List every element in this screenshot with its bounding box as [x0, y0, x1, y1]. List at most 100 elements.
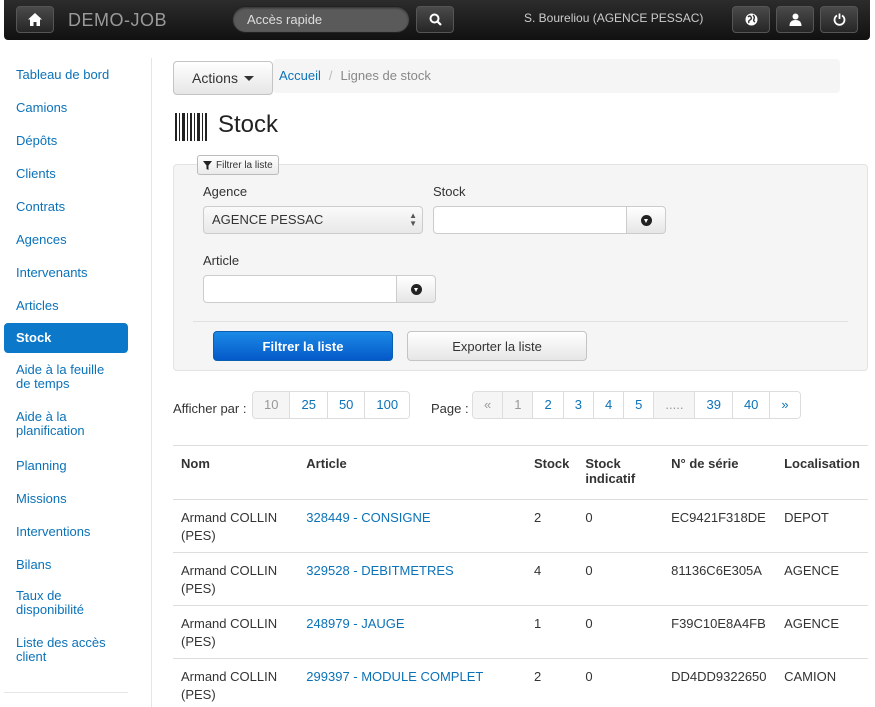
- article-link[interactable]: 248979 - JAUGE: [306, 616, 404, 631]
- stock-input[interactable]: [433, 206, 627, 234]
- sidebar-item-aide-feuille-de-temps[interactable]: Aide à la feuille de temps: [4, 355, 128, 402]
- per-page-option[interactable]: 100: [364, 392, 410, 418]
- cell-stock-indicatif: 0: [577, 499, 664, 553]
- power-icon: [833, 13, 845, 26]
- sidebar-nav: Tableau de bord Camions Dépôts Clients C…: [4, 58, 128, 675]
- page-ellipsis: .....: [653, 392, 695, 418]
- actions-dropdown-button[interactable]: Actions: [173, 61, 273, 95]
- page-button[interactable]: 4: [592, 392, 624, 418]
- cell-nom: Armand COLLIN (PES): [173, 499, 299, 553]
- circle-arrow-down-icon: [640, 214, 652, 226]
- cell-serie: F39C10E8A4FB: [663, 605, 777, 659]
- per-page-option[interactable]: 25: [289, 392, 327, 418]
- page-button[interactable]: 1: [502, 392, 533, 418]
- article-link[interactable]: 328449 - CONSIGNE: [306, 510, 430, 525]
- sidebar-item-missions[interactable]: Missions: [4, 482, 128, 515]
- logout-button[interactable]: [820, 6, 858, 33]
- cell-stock-indicatif: 0: [577, 658, 664, 707]
- page-next-button[interactable]: »: [769, 392, 800, 418]
- sidebar-item-camions[interactable]: Camions: [4, 91, 128, 124]
- sidebar-separator: [151, 58, 152, 707]
- sidebar-item-interventions[interactable]: Interventions: [4, 515, 128, 548]
- column-header-serie[interactable]: N° de série: [663, 445, 777, 500]
- search-icon: [429, 13, 442, 26]
- user-icon: [789, 13, 801, 26]
- home-button[interactable]: [16, 6, 54, 33]
- cell-localisation: CAMION: [776, 658, 868, 707]
- stock-table: Nom Article Stock Stock indicatif N° de …: [173, 445, 868, 707]
- filter-toggle-button[interactable]: Filtrer la liste: [197, 155, 279, 175]
- cell-serie: DD4DD9322650: [663, 658, 777, 707]
- article-input[interactable]: [203, 275, 397, 303]
- pagination: « 1 2 3 4 5 ..... 39 40 »: [472, 391, 801, 419]
- agence-label: Agence: [203, 184, 248, 199]
- page-button[interactable]: 2: [532, 392, 563, 418]
- stock-dropdown-button[interactable]: [626, 206, 666, 234]
- caret-down-icon: [243, 75, 254, 81]
- page-label: Page :: [431, 401, 469, 416]
- top-navbar: DEMO-JOB S. Boureliou (AGENCE PESSAC): [4, 0, 870, 40]
- page-prev-button[interactable]: «: [473, 392, 503, 418]
- table-row: Armand COLLIN (PES) 328449 - CONSIGNE 2 …: [173, 499, 868, 553]
- sidebar-item-aide-planification[interactable]: Aide à la planification: [4, 402, 128, 449]
- breadcrumb: Accueil / Lignes de stock: [273, 59, 840, 93]
- filter-icon: [203, 160, 212, 170]
- breadcrumb-separator: /: [328, 68, 333, 83]
- column-header-stock-indicatif[interactable]: Stock indicatif: [577, 445, 664, 500]
- language-button[interactable]: [732, 6, 770, 33]
- agence-select[interactable]: AGENCE PESSAC ▲ ▼: [203, 206, 423, 234]
- cell-article: 329528 - DEBITMETRES: [298, 552, 526, 606]
- article-dropdown-button[interactable]: [396, 275, 436, 303]
- sidebar-item-clients[interactable]: Clients: [4, 157, 128, 190]
- panel-divider: [193, 321, 848, 322]
- page-button[interactable]: 40: [731, 392, 770, 418]
- cell-nom: Armand COLLIN (PES): [173, 605, 299, 659]
- sidebar-item-taux-disponibilite[interactable]: Taux de disponibilité: [4, 581, 128, 628]
- home-icon: [28, 13, 42, 26]
- sidebar-item-contrats[interactable]: Contrats: [4, 190, 128, 223]
- page-button[interactable]: 3: [562, 392, 593, 418]
- barcode-icon: [175, 113, 207, 141]
- page-title: Stock: [218, 111, 279, 138]
- sidebar-item-agences[interactable]: Agences: [4, 223, 128, 256]
- per-page-option[interactable]: 10: [253, 392, 290, 418]
- search-button[interactable]: [416, 6, 454, 33]
- article-link[interactable]: 299397 - MODULE COMPLET: [306, 669, 483, 684]
- breadcrumb-home-link[interactable]: Accueil: [279, 68, 321, 83]
- sidebar-divider: [4, 692, 128, 693]
- per-page-selector: 10 25 50 100: [252, 391, 411, 419]
- column-header-article[interactable]: Article: [298, 445, 526, 500]
- cell-serie: EC9421F318DE: [663, 499, 777, 553]
- sidebar-item-articles[interactable]: Articles: [4, 289, 128, 322]
- current-user[interactable]: S. Boureliou (AGENCE PESSAC): [524, 11, 703, 25]
- article-link[interactable]: 329528 - DEBITMETRES: [306, 563, 453, 578]
- column-header-localisation[interactable]: Localisation: [776, 445, 868, 500]
- per-page-label: Afficher par :: [173, 401, 247, 416]
- cell-article: 299397 - MODULE COMPLET: [298, 658, 526, 707]
- cell-stock: 1: [525, 605, 578, 659]
- sidebar-item-planning[interactable]: Planning: [4, 449, 128, 482]
- sidebar-item-intervenants[interactable]: Intervenants: [4, 256, 128, 289]
- quick-access-input[interactable]: [232, 6, 410, 33]
- table-header-row: Nom Article Stock Stock indicatif N° de …: [173, 445, 868, 500]
- page-button[interactable]: 39: [694, 392, 732, 418]
- sidebar-item-depots[interactable]: Dépôts: [4, 124, 128, 157]
- sidebar-item-tableau-de-bord[interactable]: Tableau de bord: [4, 58, 128, 91]
- sidebar-item-stock[interactable]: Stock: [4, 323, 128, 353]
- filter-submit-button[interactable]: Filtrer la liste: [213, 331, 393, 361]
- column-header-stock[interactable]: Stock: [525, 445, 578, 500]
- breadcrumb-current: Lignes de stock: [340, 68, 431, 83]
- column-header-nom[interactable]: Nom: [173, 445, 299, 500]
- sidebar-item-bilans[interactable]: Bilans: [4, 548, 128, 581]
- globe-icon: [745, 13, 757, 26]
- cell-article: 248979 - JAUGE: [298, 605, 526, 659]
- profile-button[interactable]: [776, 6, 814, 33]
- brand[interactable]: DEMO-JOB: [68, 10, 167, 31]
- cell-nom: Armand COLLIN (PES): [173, 658, 299, 707]
- filter-toggle-label: Filtrer la liste: [216, 159, 273, 171]
- circle-arrow-down-icon: [410, 283, 422, 295]
- page-button[interactable]: 5: [623, 392, 654, 418]
- per-page-option[interactable]: 50: [326, 392, 365, 418]
- export-button[interactable]: Exporter la liste: [407, 331, 587, 361]
- sidebar-item-acces-client[interactable]: Liste des accès client: [4, 628, 128, 675]
